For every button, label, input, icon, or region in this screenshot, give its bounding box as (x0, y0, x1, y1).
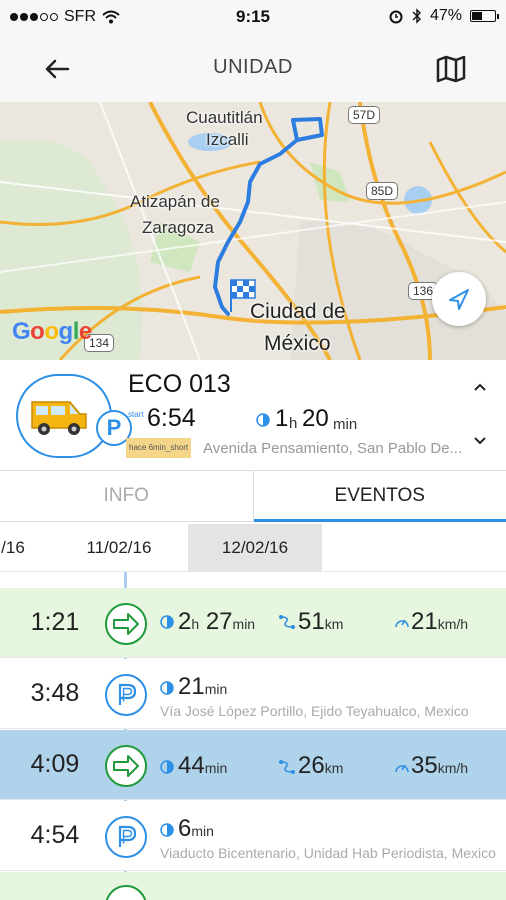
start-label: start (128, 410, 144, 419)
speed-icon (395, 619, 409, 628)
duration-minutes: 20 (302, 405, 329, 432)
duration-hours: 1 (275, 405, 289, 432)
event-duration: 6min (178, 815, 214, 842)
event-time: 1:21 (30, 608, 80, 636)
bluetooth-icon (412, 8, 421, 24)
speed-icon (395, 764, 409, 773)
navigation-arrow-icon (449, 289, 469, 310)
event-time: 4:09 (30, 750, 80, 778)
trip-arrow-icon (105, 745, 147, 787)
tab-bar: INFO EVENTOS (0, 470, 506, 522)
map-label: Ciudad de (250, 300, 346, 323)
unit-summary[interactable]: P ECO 013 start 6:54 1 h 20 min hace 6mi… (0, 360, 506, 466)
event-time: 4:54 (30, 821, 80, 849)
event-row-trip-selected[interactable]: 4:09 44min 26km 35km/h (0, 730, 506, 800)
event-speed: 21km/h (411, 608, 469, 635)
parking-icon (105, 674, 147, 716)
google-logo: Google (12, 318, 92, 345)
duration-hours-unit: h (289, 415, 298, 432)
alarm-icon (389, 10, 403, 24)
duration-icon (160, 760, 174, 774)
app-header: UNIDAD (0, 34, 506, 102)
event-row-stop[interactable]: 4:54 6min Viaducto Bicentenario, Unidad … (0, 801, 506, 871)
parking-icon (105, 816, 147, 858)
event-address: Vía José López Portillo, Ejido Teyahualc… (160, 703, 469, 719)
map-label: Izcalli (206, 130, 249, 149)
duration-icon (160, 681, 174, 695)
duration-icon (160, 615, 174, 629)
event-address: Viaducto Bicentenario, Unidad Hab Period… (160, 845, 496, 861)
date-item[interactable]: 11/02/16 (52, 524, 186, 572)
event-distance: 26km (298, 752, 344, 779)
event-row-stop[interactable]: 3:48 21min Vía José López Portillo, Ejid… (0, 659, 506, 729)
last-update-badge: hace 6min_short (126, 438, 192, 458)
map-label: Zaragoza (142, 218, 214, 237)
trip-arrow-icon (105, 885, 147, 900)
event-time: 3:48 (30, 679, 80, 707)
event-speed: 35km/h (411, 752, 469, 779)
unit-avatar: P (16, 374, 132, 458)
date-item-selected[interactable]: 12/02/16 (188, 524, 322, 572)
page-title: UNIDAD (213, 56, 293, 78)
navigate-button[interactable] (432, 272, 486, 326)
status-bar: SFR 9:15 47% (0, 0, 506, 34)
system-status: 47% (388, 7, 499, 25)
duration-minutes-unit: min (333, 416, 358, 433)
distance-icon (279, 615, 295, 629)
chevron-down-icon[interactable] (472, 434, 488, 448)
event-duration: 21min (178, 673, 228, 700)
unit-name: ECO 013 (128, 370, 231, 398)
van-icon (31, 401, 87, 435)
chevron-up-icon[interactable] (472, 380, 488, 394)
highway-shield: 85D (366, 182, 399, 200)
event-row-trip[interactable] (0, 872, 506, 900)
start-time: 6:54 (147, 404, 196, 432)
duration-icon (160, 823, 174, 837)
trip-arrow-icon (105, 603, 147, 645)
distance-icon (279, 760, 295, 774)
date-item[interactable]: /16 (0, 524, 36, 572)
event-duration: 44min (178, 752, 228, 779)
tab-info[interactable]: INFO (0, 471, 253, 521)
tab-eventos[interactable]: EVENTOS (252, 471, 506, 522)
map-label: Cuautitlán (186, 108, 263, 127)
event-distance: 51km (298, 608, 344, 635)
event-row-trip[interactable]: 1:21 2h 27min 51km 21km/h (0, 588, 506, 658)
duration-icon (256, 413, 270, 427)
unit-address: Avenida Pensamiento, San Pablo De... (203, 440, 463, 457)
map-label: Atizapán de (130, 192, 220, 211)
date-selector: /16 11/02/16 12/02/16 (0, 524, 506, 572)
battery-icon (470, 10, 499, 22)
highway-shield: 57D (348, 106, 381, 124)
battery-percent: 47% (429, 7, 462, 24)
map-label: México (264, 332, 331, 355)
map-icon[interactable] (434, 52, 468, 86)
event-duration: 2h 27min (178, 608, 256, 635)
